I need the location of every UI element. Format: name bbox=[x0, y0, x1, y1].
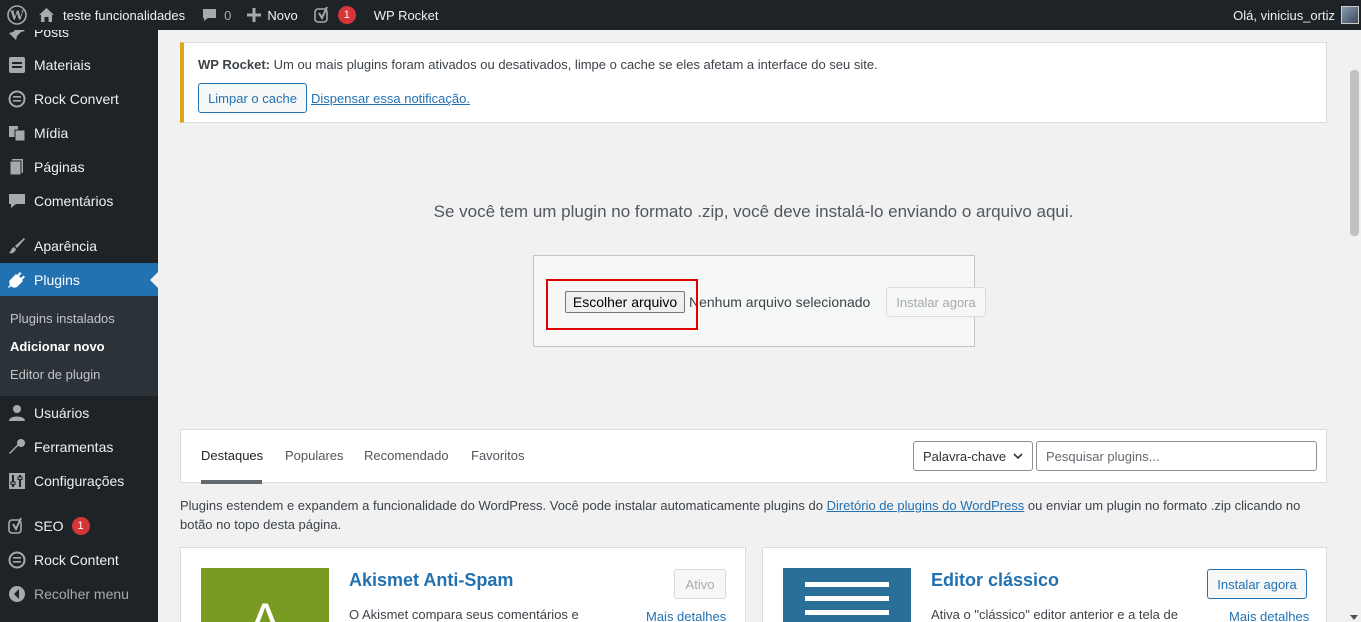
submenu-plugins-instalados[interactable]: Plugins instalados bbox=[10, 311, 115, 326]
rock-icon bbox=[0, 551, 34, 569]
new-content-link[interactable]: Novo bbox=[239, 0, 305, 30]
yoast-icon bbox=[0, 517, 34, 535]
yoast-link[interactable]: 1 bbox=[306, 0, 364, 30]
submenu-editor-de-plugin[interactable]: Editor de plugin bbox=[10, 367, 100, 382]
more-details-link[interactable]: Mais detalhes bbox=[646, 609, 726, 622]
avatar bbox=[1341, 6, 1359, 24]
plugin-title[interactable]: Akismet Anti-Spam bbox=[349, 570, 513, 591]
page-scrollbar[interactable] bbox=[1347, 30, 1361, 622]
sidebar-item-midia[interactable]: Mídia bbox=[0, 116, 158, 150]
scroll-down-arrow[interactable] bbox=[1350, 615, 1358, 620]
user-icon bbox=[0, 404, 34, 422]
pin-icon bbox=[0, 30, 34, 41]
scrollbar-thumb[interactable] bbox=[1350, 70, 1359, 236]
admin-bar: W teste funcionalidades 0 Novo 1 WP Rock… bbox=[0, 0, 1361, 30]
plugins-submenu: Plugins instalados Adicionar novo Editor… bbox=[0, 296, 158, 396]
plus-icon bbox=[247, 8, 262, 22]
collapse-icon bbox=[0, 585, 34, 603]
install-now-button[interactable]: Instalar agora bbox=[1207, 569, 1307, 599]
plugin-card-akismet: A Akismet Anti-Spam Ativo Mais detalhes … bbox=[180, 547, 746, 622]
plugin-description: Ativa o "clássico" editor anterior e a t… bbox=[931, 607, 1178, 622]
home-icon bbox=[38, 7, 55, 23]
active-button: Ativo bbox=[674, 569, 726, 599]
plugin-directory-link[interactable]: Diretório de plugins do WordPress bbox=[827, 498, 1025, 513]
upload-instructions: Se você tem um plugin no formato .zip, v… bbox=[433, 202, 1074, 221]
svg-text:A: A bbox=[248, 593, 282, 622]
file-status: Nenhum arquivo selecionado bbox=[689, 294, 871, 310]
sidebar-item-usuarios[interactable]: Usuários bbox=[0, 396, 158, 430]
tab-destaques[interactable]: Destaques bbox=[201, 448, 263, 463]
plugin-filter-bar: Destaques Populares Recomendado Favorito… bbox=[180, 429, 1327, 484]
notice-label: WP Rocket: bbox=[198, 57, 270, 72]
sidebar-item-ferramentas[interactable]: Ferramentas bbox=[0, 430, 158, 464]
search-type-value: Palavra-chave bbox=[923, 448, 1007, 464]
wp-rocket-label: WP Rocket bbox=[373, 7, 439, 23]
collapse-menu-button[interactable]: Recolher menu bbox=[0, 577, 158, 611]
sidebar-item-rock-content[interactable]: Rock Content bbox=[0, 543, 158, 577]
akismet-thumbnail: A bbox=[201, 568, 329, 622]
tab-favoritos[interactable]: Favoritos bbox=[471, 448, 524, 463]
wrench-icon bbox=[0, 438, 34, 456]
settings-icon bbox=[0, 472, 34, 490]
dismiss-notice-link[interactable]: Dispensar essa notificação. bbox=[311, 91, 470, 106]
sidebar-item-seo[interactable]: SEO 1 bbox=[0, 509, 158, 543]
yoast-badge: 1 bbox=[337, 6, 356, 24]
brush-icon bbox=[0, 237, 34, 255]
sidebar-item-plugins[interactable]: Plugins bbox=[0, 263, 158, 297]
plugins-intro-text: Plugins estendem e expandem a funcionali… bbox=[180, 496, 1327, 534]
yoast-icon bbox=[313, 6, 332, 24]
sidebar-item-aparencia[interactable]: Aparência bbox=[0, 229, 158, 263]
seo-badge: 1 bbox=[71, 517, 90, 535]
sidebar-item-comentarios[interactable]: Comentários bbox=[0, 184, 158, 218]
sidebar-item-rock-convert[interactable]: Rock Convert bbox=[0, 82, 158, 116]
tab-populares[interactable]: Populares bbox=[285, 448, 344, 463]
active-tab-indicator bbox=[201, 480, 262, 484]
classic-editor-thumbnail bbox=[783, 568, 911, 622]
comment-icon bbox=[0, 192, 34, 210]
highlight-annotation bbox=[546, 279, 698, 330]
intro-before: Plugins estendem e expandem a funcionali… bbox=[180, 498, 827, 513]
sidebar-item-configuracoes[interactable]: Configurações bbox=[0, 464, 158, 498]
notice-text: WP Rocket: Um ou mais plugins foram ativ… bbox=[198, 57, 878, 72]
wp-rocket-menu[interactable]: WP Rocket bbox=[364, 0, 447, 30]
install-now-button[interactable]: Instalar agora bbox=[886, 287, 986, 317]
search-type-select[interactable]: Palavra-chave bbox=[913, 441, 1033, 471]
archive-icon bbox=[0, 56, 34, 74]
site-name-link[interactable]: teste funcionalidades bbox=[34, 0, 193, 30]
page-icon bbox=[0, 158, 34, 176]
account-menu[interactable]: Olá, vinicius_ortiz bbox=[1233, 0, 1361, 30]
greeting: Olá, vinicius_ortiz bbox=[1233, 7, 1335, 23]
svg-text:W: W bbox=[9, 9, 24, 23]
more-details-link[interactable]: Mais detalhes bbox=[1229, 609, 1309, 622]
notice-message: Um ou mais plugins foram ativados ou des… bbox=[270, 57, 878, 72]
new-label: Novo bbox=[267, 7, 298, 23]
sidebar-item-materiais[interactable]: Materiais bbox=[0, 48, 158, 82]
clear-cache-button[interactable]: Limpar o cache bbox=[198, 83, 307, 113]
site-name: teste funcionalidades bbox=[63, 7, 186, 23]
plug-icon bbox=[0, 271, 34, 289]
plugin-card-classic-editor: Editor clássico Instalar agora Mais deta… bbox=[762, 547, 1327, 622]
comments-link[interactable]: 0 bbox=[193, 0, 239, 30]
chevron-down-icon bbox=[1012, 450, 1024, 465]
media-icon bbox=[0, 124, 34, 142]
target-icon bbox=[0, 90, 34, 108]
tab-recomendado[interactable]: Recomendado bbox=[364, 448, 449, 463]
comment-bubble-icon bbox=[201, 7, 218, 23]
admin-sidebar: Posts Materiais Rock Convert Mídia Págin… bbox=[0, 30, 158, 622]
plugin-title[interactable]: Editor clássico bbox=[931, 570, 1059, 591]
search-plugins-input[interactable]: Pesquisar plugins... bbox=[1036, 441, 1317, 471]
wp-rocket-notice: WP Rocket: Um ou mais plugins foram ativ… bbox=[180, 42, 1327, 123]
submenu-adicionar-novo[interactable]: Adicionar novo bbox=[10, 339, 105, 354]
sidebar-item-paginas[interactable]: Páginas bbox=[0, 150, 158, 184]
plugin-description: O Akismet compara seus comentários e bbox=[349, 607, 579, 622]
comments-count: 0 bbox=[224, 7, 232, 23]
wordpress-logo-icon[interactable]: W bbox=[0, 0, 34, 30]
sidebar-item-posts[interactable]: Posts bbox=[0, 30, 158, 49]
